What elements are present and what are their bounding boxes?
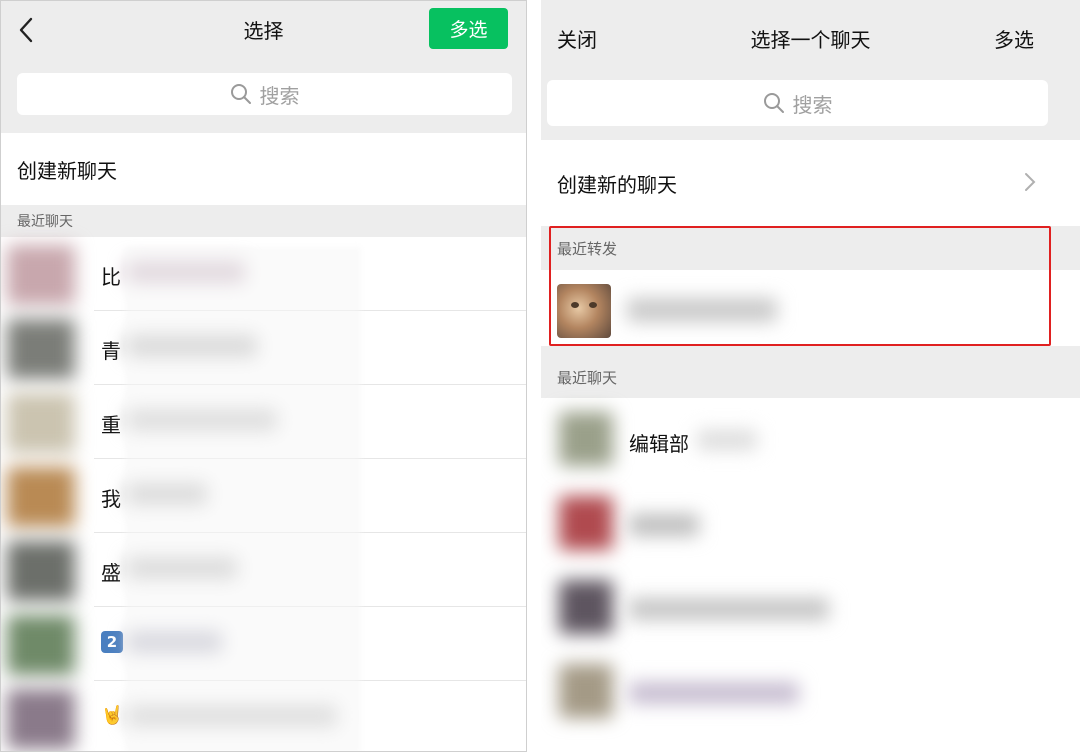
chat-name-prefix: 盛	[101, 561, 121, 585]
avatar	[559, 580, 613, 634]
avatar	[7, 393, 75, 453]
multi-select-button[interactable]: 多选	[994, 24, 1034, 53]
right-top-bar: 关闭 选择一个聊天 多选	[541, 0, 1080, 72]
blurred-name	[697, 430, 757, 450]
left-top-bar: 选择 多选	[1, 1, 526, 65]
recent-chats-header: 最近聊天	[1, 205, 526, 237]
chat-name-prefix: 青	[101, 339, 121, 363]
search-placeholder: 搜索	[792, 92, 833, 117]
create-new-chat-row[interactable]: 创建新聊天	[1, 133, 526, 205]
search-icon	[763, 93, 784, 113]
rock-hand-emoji-icon: 🤘	[101, 705, 124, 726]
avatar	[7, 467, 75, 527]
avatar	[7, 689, 75, 749]
list-item[interactable]	[541, 650, 1080, 734]
multi-select-button[interactable]: 多选	[429, 8, 508, 49]
avatar	[7, 319, 75, 379]
blurred-name	[629, 682, 799, 704]
avatar	[559, 412, 613, 466]
blurred-name	[629, 598, 829, 620]
search-input[interactable]: 搜索	[17, 73, 512, 115]
avatar	[559, 664, 613, 718]
highlight-box	[549, 226, 1051, 346]
create-new-chat-row[interactable]: 创建新的聊天	[541, 140, 1080, 226]
avatar	[559, 496, 613, 550]
chevron-right-icon	[1024, 172, 1036, 196]
list-item[interactable]	[541, 566, 1080, 650]
chat-name-prefix: 比	[101, 265, 121, 289]
chat-name: 编辑部	[629, 432, 689, 456]
left-screen: 选择 多选 搜索 创建新聊天 最近聊天 比 青 重 我 盛 2 🤘	[0, 0, 527, 752]
avatar	[7, 541, 75, 601]
list-item[interactable]	[541, 482, 1080, 566]
create-new-chat-label: 创建新聊天	[17, 158, 117, 183]
recent-chats-header: 最近聊天	[541, 356, 1080, 398]
search-icon	[230, 84, 251, 104]
avatar	[7, 615, 75, 675]
list-item[interactable]: 编辑部	[541, 398, 1080, 482]
chat-list: 比 青 重 我 盛 2 🤘	[1, 237, 526, 751]
search-input[interactable]: 搜索	[547, 80, 1048, 126]
chat-list: 编辑部	[541, 398, 1080, 752]
create-new-chat-label: 创建新的聊天	[557, 172, 677, 197]
keycap-two-icon: 2	[101, 631, 123, 653]
blurred-name	[629, 514, 699, 536]
chat-name-prefix: 我	[101, 487, 121, 511]
avatar	[7, 245, 75, 305]
chat-name-prefix: 重	[101, 413, 121, 437]
right-screen: 关闭 选择一个聊天 多选 搜索 创建新的聊天 最近转发 最近聊天 编辑部	[541, 0, 1080, 752]
search-placeholder: 搜索	[259, 83, 300, 108]
privacy-blur-overlay	[125, 247, 361, 751]
